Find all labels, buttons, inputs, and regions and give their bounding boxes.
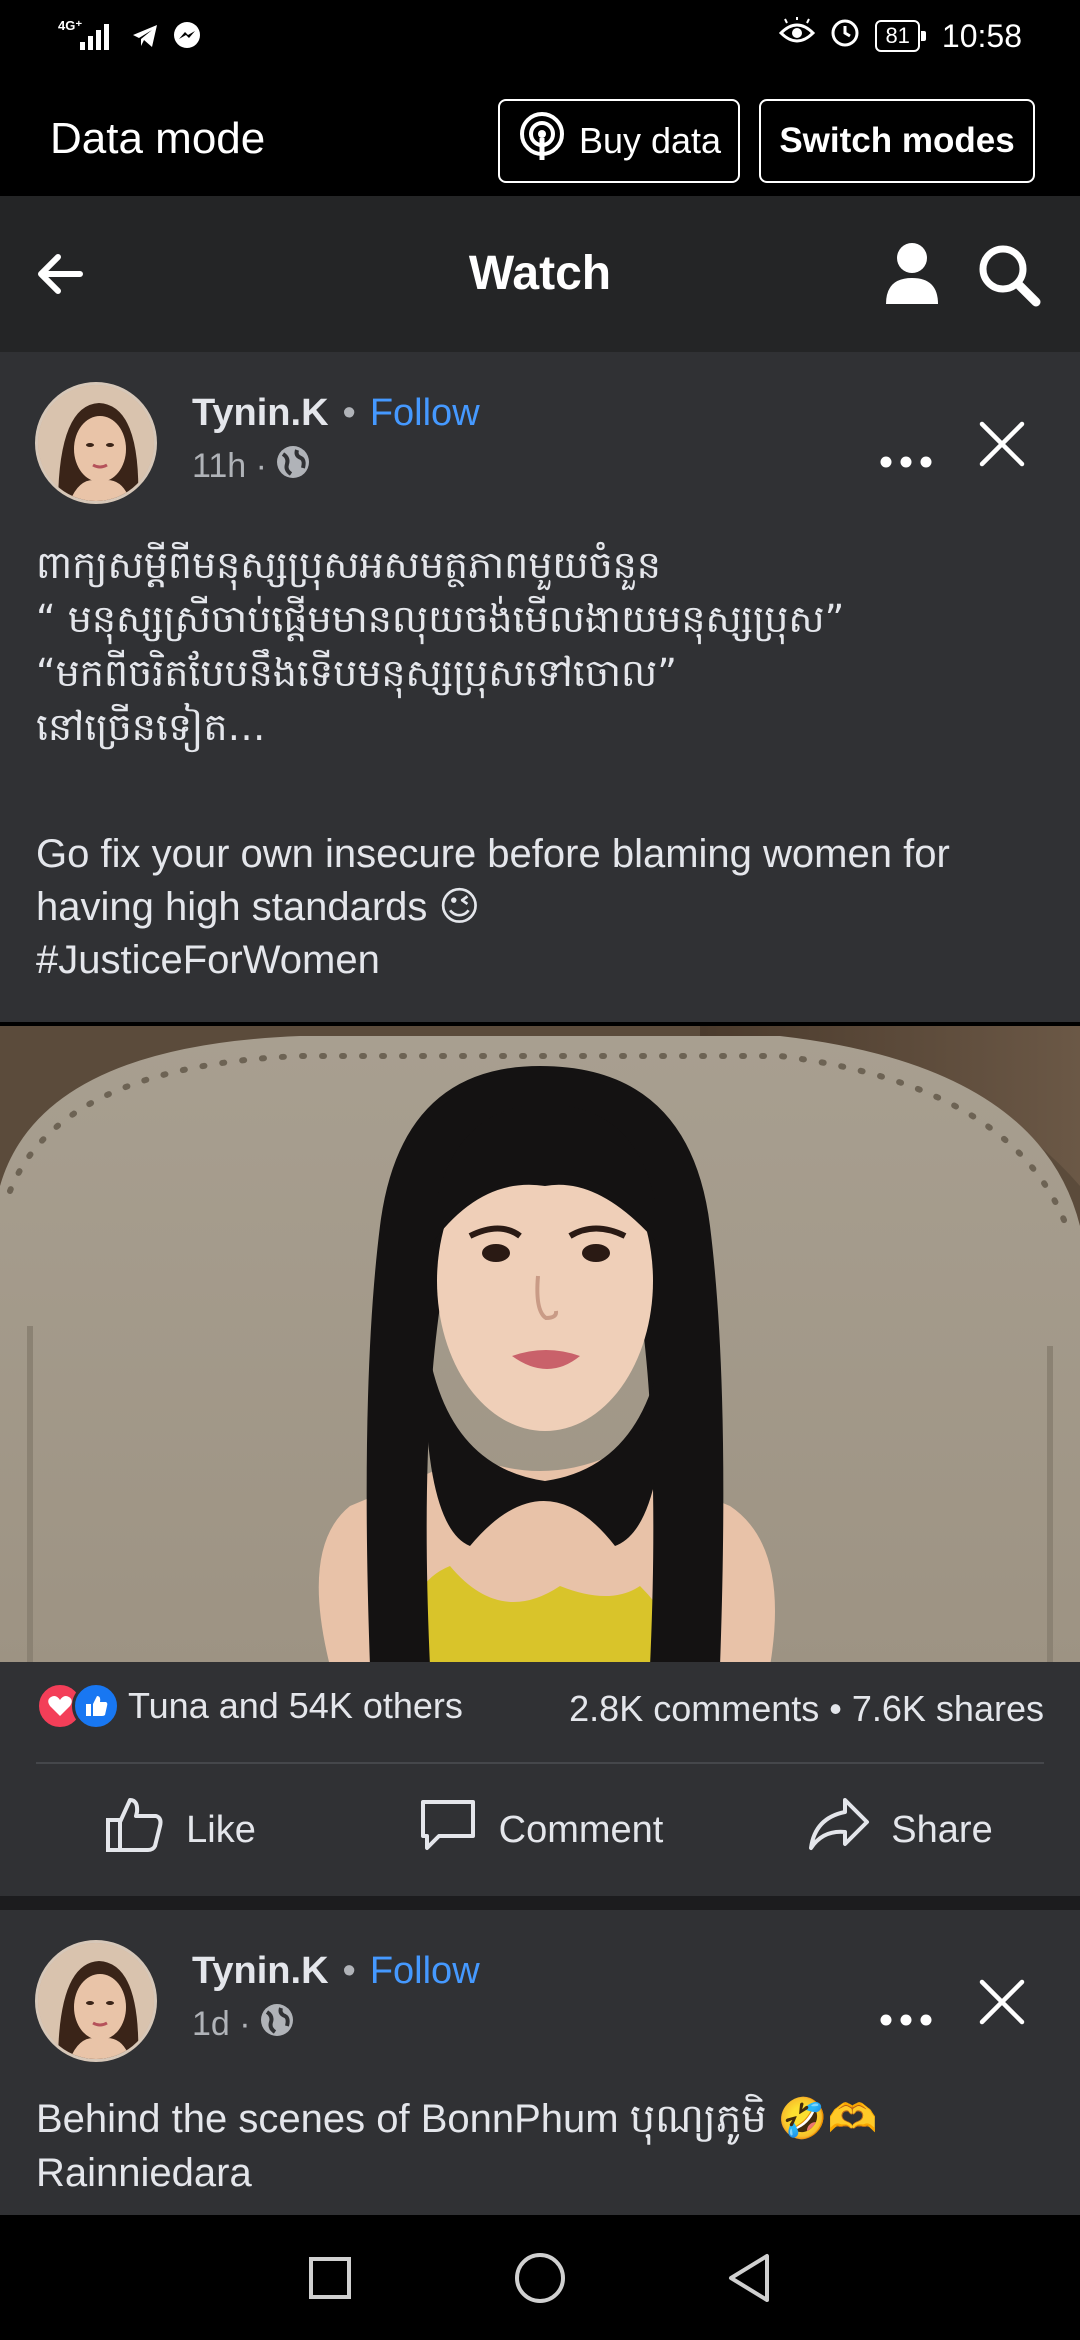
khmer-line: “ មនុស្សស្រីចាប់ផ្តើមមានលុយចង់មើលងាយមនុស… (36, 597, 845, 641)
switch-modes-button[interactable]: Switch modes (759, 99, 1035, 183)
post-author-row: Tynin.K • Follow (192, 392, 480, 435)
video-player[interactable] (0, 1022, 1080, 1662)
share-label: Share (891, 1808, 993, 1851)
share-button[interactable]: Share (720, 1764, 1080, 1896)
like-label: Like (186, 1808, 256, 1851)
author-name[interactable]: Tynin.K (192, 392, 329, 435)
clock-time: 10:58 (941, 17, 1022, 54)
follow-button[interactable]: Follow (370, 1950, 480, 1993)
avatar[interactable] (35, 1940, 157, 2062)
switch-modes-label: Switch modes (779, 121, 1015, 160)
post-body-line: Behind the scenes of BonnPhum បុណ្យភូមិ … (36, 2097, 878, 2141)
post-meta: 11h · (192, 444, 311, 489)
like-reaction-icon (72, 1682, 120, 1730)
globe-icon (259, 2002, 295, 2047)
more-icon[interactable] (876, 442, 936, 482)
person-icon[interactable] (880, 238, 944, 308)
counts-separator: • (829, 1688, 842, 1729)
khmer-line: “មកពីចរិតបែបនឹងទើបមនុស្សប្រុសទៅចោល” (36, 651, 677, 695)
post-separator (0, 1896, 1080, 1910)
post-card: Tynin.K • Follow 11h · ពាក្យសម្តីពីមនុស្… (0, 352, 1080, 1896)
hashtag-link[interactable]: #JusticeForWomen (36, 934, 1046, 987)
avatar[interactable] (35, 382, 157, 504)
post-actions: Like Comment Share (0, 1764, 1080, 1896)
buy-data-button[interactable]: Buy data (498, 99, 740, 183)
post-body: Behind the scenes of BonnPhum បុណ្យភូមិ … (36, 2092, 1046, 2200)
network-label: 4G⁺ (58, 18, 82, 33)
broadcast-icon (517, 111, 567, 171)
data-mode-bar: Data mode Buy data Switch modes (0, 76, 1080, 196)
buy-data-label: Buy data (578, 120, 722, 161)
messenger-icon (172, 21, 202, 56)
reactions-text: Tuna and 54K others (128, 1685, 463, 1726)
post-meta: 1d · (192, 2002, 295, 2047)
telegram-icon (130, 21, 160, 56)
separator-dot: • (342, 1950, 356, 1992)
battery-icon: 81 (875, 20, 927, 52)
globe-icon (275, 444, 311, 489)
post-body-line: Rainniedara (36, 2151, 252, 2195)
comment-icon (417, 1794, 479, 1866)
khmer-line: នៅច្រើនទៀត… (36, 705, 266, 749)
video-frame (0, 1026, 1080, 1662)
close-icon[interactable] (976, 418, 1028, 470)
eye-icon (779, 17, 816, 55)
thumbs-up-icon (104, 1794, 166, 1866)
author-name[interactable]: Tynin.K (192, 1950, 329, 1993)
watch-header: Watch (0, 196, 1080, 352)
triangle-nav-icon[interactable] (715, 2243, 785, 2313)
status-left-icons: 4G⁺ (58, 18, 202, 59)
shares-count[interactable]: 7.6K shares (852, 1688, 1044, 1730)
post-body: Go fix your own insecure before blaming … (36, 832, 950, 929)
signal-icon: 4G⁺ (58, 18, 118, 59)
circle-nav-icon[interactable] (505, 2243, 575, 2313)
engagement-counts: 2.8K comments • 7.6K shares (569, 1688, 1044, 1730)
like-button[interactable]: Like (0, 1764, 360, 1896)
post-time: 1d · (192, 2005, 251, 2043)
separator-dot: • (342, 392, 356, 434)
square-nav-icon[interactable] (295, 2243, 365, 2313)
follow-button[interactable]: Follow (370, 392, 480, 435)
post-english-text: Go fix your own insecure before blaming … (36, 828, 1046, 987)
post-time: 11h · (192, 447, 267, 485)
comments-count[interactable]: 2.8K comments (569, 1688, 819, 1730)
share-icon (807, 1794, 871, 1866)
post-author-row: Tynin.K • Follow (192, 1950, 480, 1993)
comment-label: Comment (498, 1808, 664, 1851)
search-icon[interactable] (974, 240, 1044, 310)
data-mode-title: Data mode (50, 114, 266, 163)
reactions-summary[interactable]: Tuna and 54K others (36, 1682, 463, 1730)
comment-button[interactable]: Comment (360, 1764, 720, 1896)
more-icon[interactable] (876, 2000, 936, 2040)
system-nav-bar (0, 2215, 1080, 2340)
status-right-icons: 81 10:58 (779, 16, 1022, 56)
post-khmer-text: ពាក្យសម្តីពីមនុស្សប្រុសអសមត្ថភាពមួយចំនួន… (36, 538, 1046, 754)
post-card: Tynin.K • Follow 1d · Behind the scenes … (0, 1910, 1080, 2215)
alarm-icon (829, 16, 861, 56)
status-bar: 4G⁺ 81 10:58 (0, 0, 1080, 76)
khmer-line: ពាក្យសម្តីពីមនុស្សប្រុសអសមត្ថភាពមួយចំនួន (36, 543, 661, 587)
reaction-icons (36, 1682, 120, 1730)
close-icon[interactable] (976, 1976, 1028, 2028)
